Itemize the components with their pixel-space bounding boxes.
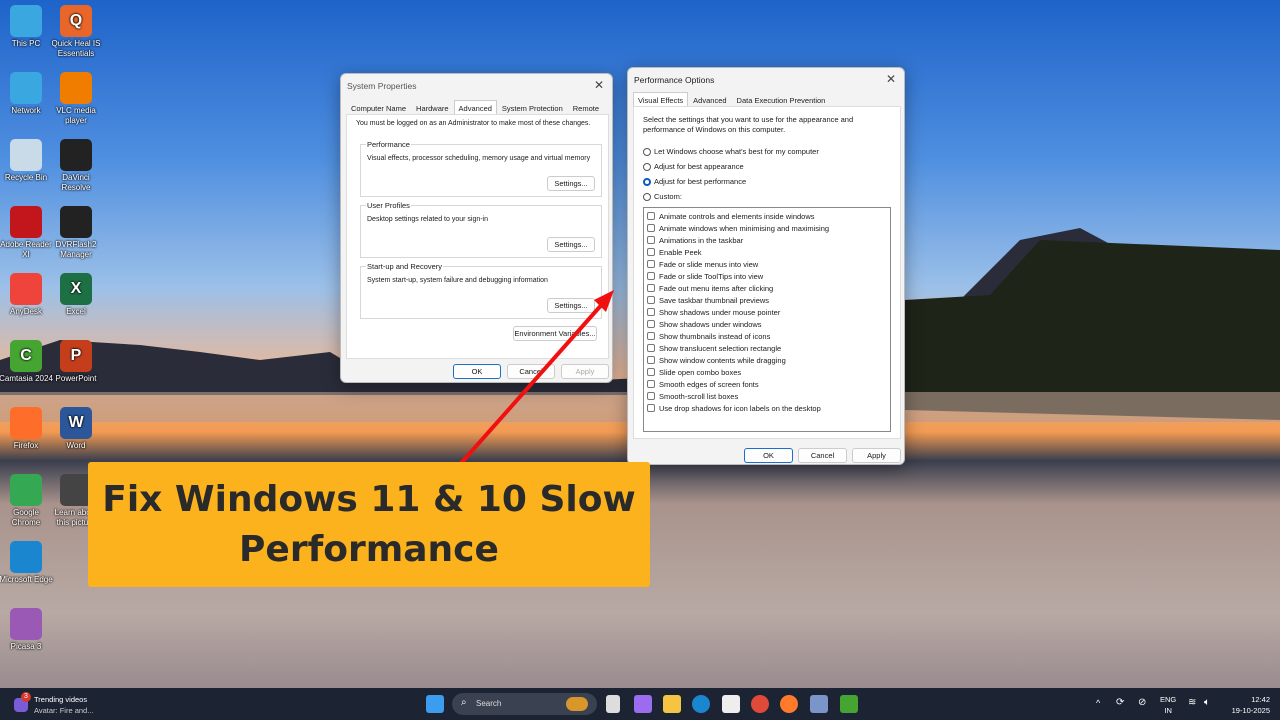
region: IN [1164,706,1172,715]
widget-subtitle: Avatar: Fire and... [34,706,94,715]
date: 19-10-2025 [1231,706,1270,715]
widget-title: Trending videos [34,695,88,704]
search-placeholder: Search [476,699,502,708]
firefox-icon[interactable] [780,695,798,713]
red-arrow-annotation [453,290,614,472]
widgets-button[interactable]: 3 Trending videos Avatar: Fire and... [12,692,122,716]
language: ENG [1160,695,1177,704]
system-properties-taskbar-icon[interactable] [810,695,828,713]
banner-line-1: Fix Windows 11 & 10 Slow [102,479,636,520]
clock[interactable]: 12:42 19-10-2025 [1232,694,1270,716]
search-icon: ⌕ [461,697,467,708]
time: 12:42 [1251,695,1270,704]
chevron-up-icon[interactable]: ^ [1096,698,1100,708]
camtasia-icon[interactable] [840,695,858,713]
title-banner: Fix Windows 11 & 10 Slow Performance [88,462,650,587]
store-icon[interactable] [722,695,740,713]
search-highlight-icon [566,697,588,711]
copilot-icon[interactable] [634,695,652,713]
task-view-icon[interactable] [606,695,620,713]
wifi-icon[interactable]: ≋ [1188,697,1196,708]
sync-icon[interactable]: ⟳ [1116,697,1124,708]
banner-line-2: Performance [239,529,499,570]
file-explorer-icon[interactable] [663,695,681,713]
chrome-icon[interactable] [751,695,769,713]
search-box[interactable]: ⌕ Search [452,693,597,715]
widget-badge: 3 [21,692,31,702]
edge-icon[interactable] [692,695,710,713]
taskbar: 3 Trending videos Avatar: Fire and... ⌕ … [0,688,1280,720]
start-button[interactable] [426,695,444,713]
network-off-icon[interactable]: ⊘ [1138,697,1146,708]
volume-icon[interactable]: 🔈︎ [1204,697,1210,708]
language-indicator[interactable]: ENG IN [1160,694,1176,716]
